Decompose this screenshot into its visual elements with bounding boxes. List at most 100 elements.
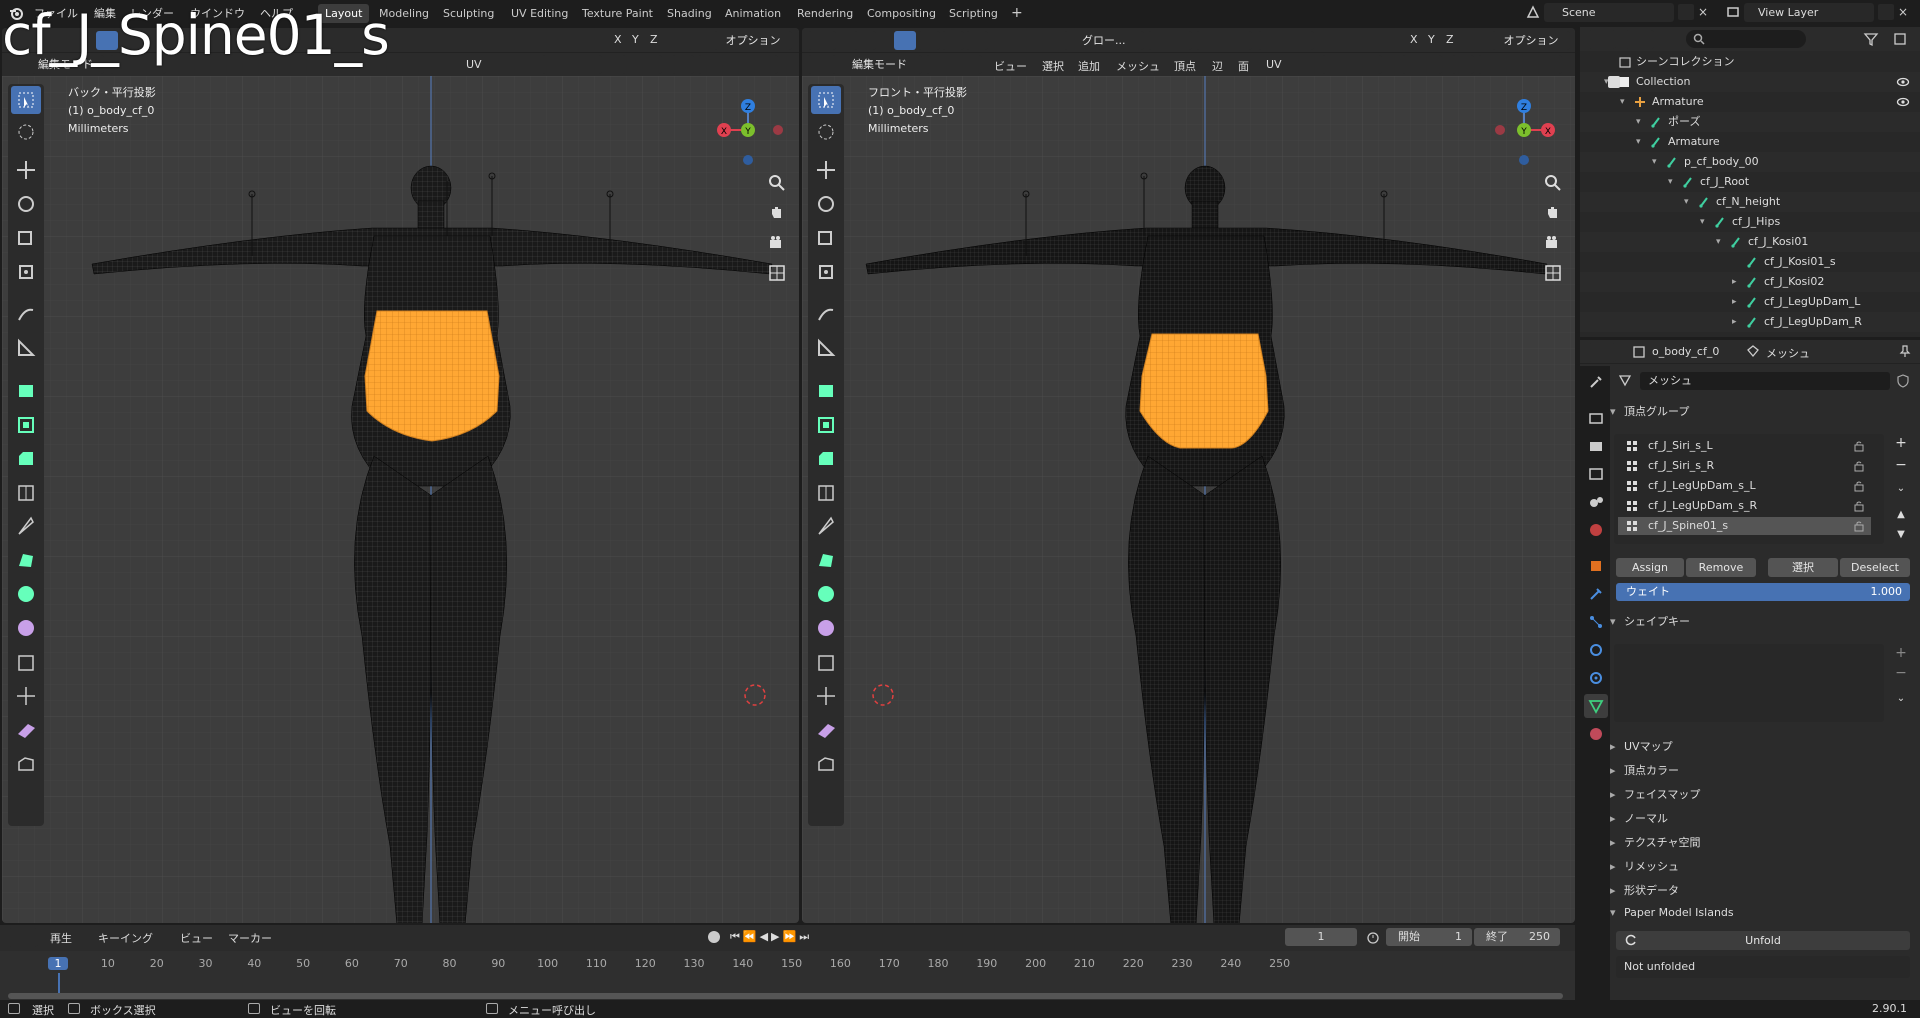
remove-button[interactable]: Remove: [1686, 558, 1756, 577]
edge-slide-tool-icon-2[interactable]: [811, 648, 841, 676]
rotate-tool-icon-2[interactable]: [811, 190, 841, 218]
modifier-tab-icon[interactable]: [1584, 582, 1608, 606]
shrink-fatten-tool-icon-2[interactable]: [811, 682, 841, 710]
outliner-row[interactable]: ▸ cf_J_LegUpDam_R: [1580, 312, 1920, 332]
collapsed-panel-header[interactable]: ▸ テクスチャ空間: [1610, 832, 1916, 854]
menu-face[interactable]: 面: [1238, 58, 1249, 74]
inset-tool-icon-2[interactable]: [811, 410, 841, 438]
select-intersect-button-2[interactable]: [966, 31, 988, 50]
annotate-tool-icon[interactable]: [11, 300, 41, 328]
scale-tool-icon-2[interactable]: [811, 224, 841, 252]
active-tool-button[interactable]: [854, 31, 876, 50]
move-down-icon[interactable]: ▼: [1892, 526, 1910, 544]
outliner-row[interactable]: ▾ Armature: [1580, 132, 1920, 152]
lock-icon[interactable]: [1853, 520, 1865, 532]
outliner-scene-collection[interactable]: シーンコレクション: [1580, 52, 1920, 72]
mode-dropdown-2[interactable]: 編集モード: [832, 55, 922, 74]
expand-arrow-icon[interactable]: ▾: [1636, 132, 1641, 152]
outliner-row[interactable]: ▸ cf_J_LegUpDam_L: [1580, 292, 1920, 312]
collapsed-panel-header[interactable]: ▸ フェイスマップ: [1610, 784, 1916, 806]
tab-shading[interactable]: Shading: [660, 4, 719, 23]
lock-icon[interactable]: [1853, 500, 1865, 512]
expand-arrow-icon[interactable]: ▾: [1620, 92, 1625, 112]
loop-cut-tool-icon[interactable]: [11, 478, 41, 506]
rip-region-tool-icon[interactable]: [11, 750, 41, 778]
select-extend-button-2[interactable]: [918, 31, 940, 50]
extrude-tool-icon[interactable]: [11, 376, 41, 404]
pivot-dropdown[interactable]: [1148, 31, 1192, 50]
snap-group[interactable]: [1196, 31, 1252, 50]
editor-type-button[interactable]: [808, 31, 836, 50]
measure-tool-icon[interactable]: [11, 334, 41, 362]
menu-add[interactable]: 追加: [1078, 58, 1100, 74]
move-up-icon[interactable]: ▲: [1892, 506, 1910, 524]
collapsed-panel-header[interactable]: ▸ 頂点カラー: [1610, 760, 1916, 782]
start-frame-field[interactable]: 開始 1: [1386, 928, 1472, 946]
timeline-scrollbar[interactable]: [8, 993, 1563, 999]
properties-editor-type-button[interactable]: [1588, 343, 1616, 362]
collapsed-panel-header[interactable]: ▸ リメッシュ: [1610, 856, 1916, 878]
menu-uv-2[interactable]: UV: [1266, 58, 1282, 71]
select-subtract-button-2[interactable]: [942, 31, 964, 50]
select-button[interactable]: 選択: [1768, 558, 1838, 577]
vertex-group-item[interactable]: cf_J_Siri_s_R: [1618, 457, 1871, 475]
outliner-row[interactable]: ▾ cf_J_Hips: [1580, 212, 1920, 232]
grid-view-icon-2[interactable]: [1540, 260, 1566, 286]
smooth-tool-icon[interactable]: [11, 614, 41, 642]
mirror-z-toggle-2[interactable]: Z: [1446, 33, 1454, 46]
scene-close-icon[interactable]: ×: [1698, 6, 1710, 18]
pin-icon[interactable]: [1898, 344, 1912, 358]
tab-compositing[interactable]: Compositing: [860, 4, 943, 23]
expand-arrow-icon[interactable]: ▸: [1732, 312, 1737, 332]
add-workspace-button[interactable]: +: [1004, 4, 1030, 23]
menu-view[interactable]: ビュー: [994, 58, 1027, 74]
expand-arrow-icon[interactable]: ▾: [1636, 112, 1641, 132]
mirror-x-toggle-2[interactable]: X: [1410, 33, 1418, 46]
keying-menu[interactable]: キーイング: [98, 930, 153, 946]
grid-view-icon[interactable]: [764, 260, 790, 286]
fake-user-shield-icon[interactable]: [1894, 372, 1912, 390]
transform-tool-icon-2[interactable]: [811, 258, 841, 286]
scene-field[interactable]: Scene: [1544, 3, 1674, 22]
scene-new-icon[interactable]: [1678, 4, 1694, 20]
view-layer-icon[interactable]: [1726, 5, 1740, 19]
menu-edge[interactable]: 辺: [1212, 58, 1223, 74]
current-frame-field[interactable]: 1: [1285, 928, 1357, 946]
collapsed-panel-header[interactable]: ▸ 形状データ: [1610, 880, 1916, 902]
rip-region-tool-icon-2[interactable]: [811, 750, 841, 778]
constraints-tab-icon[interactable]: [1584, 666, 1608, 690]
timeline-view-menu[interactable]: ビュー: [180, 930, 213, 946]
paper-model-panel-header[interactable]: ▾ Paper Model Islands: [1610, 902, 1916, 924]
bevel-tool-icon-2[interactable]: [811, 444, 841, 472]
inset-tool-icon[interactable]: [11, 410, 41, 438]
expand-arrow-icon[interactable]: ▸: [1732, 292, 1737, 312]
outliner-row[interactable]: ▸ cf_J_Kosi02: [1580, 272, 1920, 292]
viewport-front[interactable]: グロー... X Y Z オプション 編集モード ビュー 選択 追加 メッシュ …: [802, 28, 1575, 923]
options-dropdown-2[interactable]: オプション: [1492, 31, 1570, 50]
xray-toggle-2[interactable]: [1452, 55, 1474, 74]
unfold-button[interactable]: Unfold: [1616, 931, 1910, 950]
vertex-group-item[interactable]: cf_J_LegUpDam_s_L: [1618, 477, 1871, 495]
object-tab-icon[interactable]: [1584, 554, 1608, 578]
stopwatch-icon[interactable]: [1366, 930, 1380, 944]
view-layer-field[interactable]: View Layer: [1744, 3, 1874, 22]
loop-cut-tool-icon-2[interactable]: [811, 478, 841, 506]
remove-shape-key-button[interactable]: −: [1892, 664, 1910, 682]
mirror-z-toggle[interactable]: Z: [650, 33, 658, 46]
outliner-row[interactable]: ▾ ポーズ: [1580, 112, 1920, 132]
pan-hand-icon-2[interactable]: [1540, 200, 1566, 226]
outliner-row[interactable]: ▾ Armature: [1580, 92, 1920, 112]
expand-arrow-icon[interactable]: ▾: [1668, 172, 1673, 192]
options-dropdown[interactable]: オプション: [714, 31, 792, 50]
poly-build-tool-icon-2[interactable]: [811, 546, 841, 574]
visibility-group-2[interactable]: [1322, 55, 1382, 74]
select-tool-icon-2[interactable]: [811, 86, 841, 114]
select-tool-icon[interactable]: [11, 86, 41, 114]
render-tab-icon[interactable]: [1584, 406, 1608, 430]
view-layer-new-icon[interactable]: [1878, 4, 1894, 20]
proportional-edit-group[interactable]: [1258, 31, 1314, 50]
spin-tool-icon-2[interactable]: [811, 580, 841, 608]
outliner-editor-type-button[interactable]: [1588, 30, 1616, 49]
mirror-x-toggle[interactable]: X: [614, 33, 622, 46]
menu-select[interactable]: 選択: [1042, 58, 1064, 74]
